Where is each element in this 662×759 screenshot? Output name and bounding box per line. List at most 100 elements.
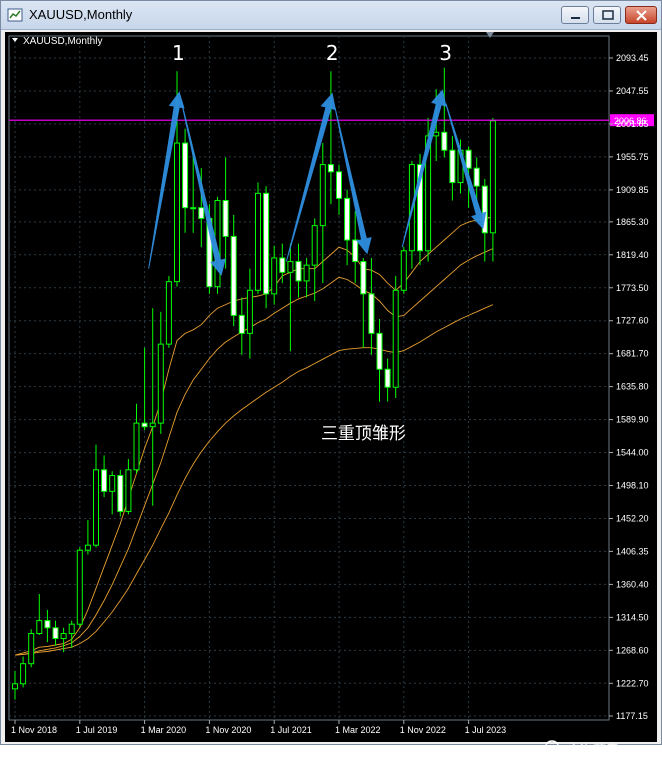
x-tick-label: 1 Nov 2020 [205,725,251,735]
candle-body [465,149,472,169]
candle-body [255,192,261,291]
candle [246,268,253,359]
candle [352,211,359,284]
candle [287,243,294,352]
y-tick-label: 1314.50 [616,612,649,622]
symbol-dropdown-icon[interactable] [12,38,18,42]
candle [20,656,27,688]
candle [109,471,116,515]
candle-body [165,281,172,345]
chart-shift-icon[interactable] [486,32,494,38]
chart-area[interactable]: 2006.86 1 2 3 三重顶雏形 2093.45 2047.55 2001.65 19… [5,32,657,758]
y-tick-label: 1865.30 [616,217,649,227]
candle [149,308,156,506]
y-tick-label: 1773.50 [616,283,649,293]
candle-body [76,549,83,625]
candle-body [12,683,18,690]
candle-body [336,171,342,199]
candle [93,444,99,548]
candle [230,214,237,327]
x-tick-label: 1 Mar 2022 [335,725,381,735]
y-tick-label: 1406.35 [616,546,649,556]
candle [182,128,189,233]
minimize-button[interactable] [561,6,589,24]
candle-body [222,200,229,237]
ma-fast-line [14,216,493,656]
y-tick-label: 1681.70 [616,349,649,359]
candle [36,594,43,635]
title-bar[interactable]: XAUUSD,Monthly [1,1,661,30]
y-tick-label: 2093.45 [616,53,649,63]
x-tick-label: 1 Jul 2023 [465,725,507,735]
candle-body [28,633,35,665]
candle [141,347,148,431]
wechat-icon [545,740,563,755]
candle [12,670,18,700]
candlestick-chart[interactable]: 2006.86 1 2 3三重顶雏形 2093.452047.552001.6519… [5,32,657,742]
y-tick-label: 1635.80 [616,382,649,392]
candle-body [44,620,51,629]
candle-body [352,239,359,263]
x-tick-label: 1 Mar 2020 [141,725,187,735]
y-tick-label: 1268.60 [616,645,649,655]
peak-number-label: 3 [439,41,452,65]
candle [295,243,302,298]
y-tick-label: 1222.70 [616,678,649,688]
candle [133,403,140,474]
candle-body [198,207,205,219]
candle [165,275,172,348]
close-icon [636,10,647,21]
symbol-label: XAUUSD,Monthly [23,36,102,47]
candle [101,455,108,498]
y-tick-label: 1177.15 [616,711,648,721]
candle [400,247,407,294]
candle-body [384,368,391,388]
x-tick-label: 1 Nov 2022 [400,725,446,735]
candle [449,135,456,201]
ma-slow-line [14,304,494,656]
candle-body [489,120,496,234]
candle-body [295,261,302,282]
candle-body [433,131,440,137]
candle [157,311,164,434]
y-tick-label: 2001.65 [616,119,649,129]
candle-body [263,192,270,295]
x-tick-label: 1 Jul 2021 [270,725,312,735]
candle-body [246,289,253,334]
candle-body [93,469,99,546]
y-tick-label: 1819.40 [616,250,649,260]
candle [441,67,448,158]
y-tick-label: 1955.75 [616,152,649,162]
y-tick-label: 1727.60 [616,316,649,326]
maximize-button[interactable] [593,6,621,24]
candle-body [20,663,27,685]
chart-window-icon [7,8,23,22]
candle-body [230,235,237,316]
chart-window: XAUUSD,Monthly 2006.86 1 2 3 三重顶雏形 2093.45 2… [0,0,662,758]
window-title: XAUUSD,Monthly [29,7,133,22]
candle [336,164,342,215]
candle-body [473,167,480,187]
candle-body [344,197,351,241]
candle-body [327,164,334,173]
candle [222,157,229,269]
minimize-icon [571,17,580,19]
close-button[interactable] [625,6,657,24]
candle [255,182,261,294]
pattern-label: 三重顶雏形 [321,424,406,444]
candle [84,520,91,555]
y-tick-label: 1589.90 [616,415,649,425]
candle [384,358,391,402]
candle [76,547,83,628]
candle-body [141,422,148,428]
candle-body [360,261,367,295]
trend-arrow [285,92,336,262]
candle-body [117,475,124,512]
candle [368,257,375,355]
candle-body [149,422,156,428]
peak-number-label: 1 [172,41,185,65]
x-tick-label: 1 Jul 2019 [76,725,118,735]
y-tick-label: 2047.55 [616,86,649,96]
peak-number-label: 2 [326,41,339,65]
candle-body [52,627,59,640]
